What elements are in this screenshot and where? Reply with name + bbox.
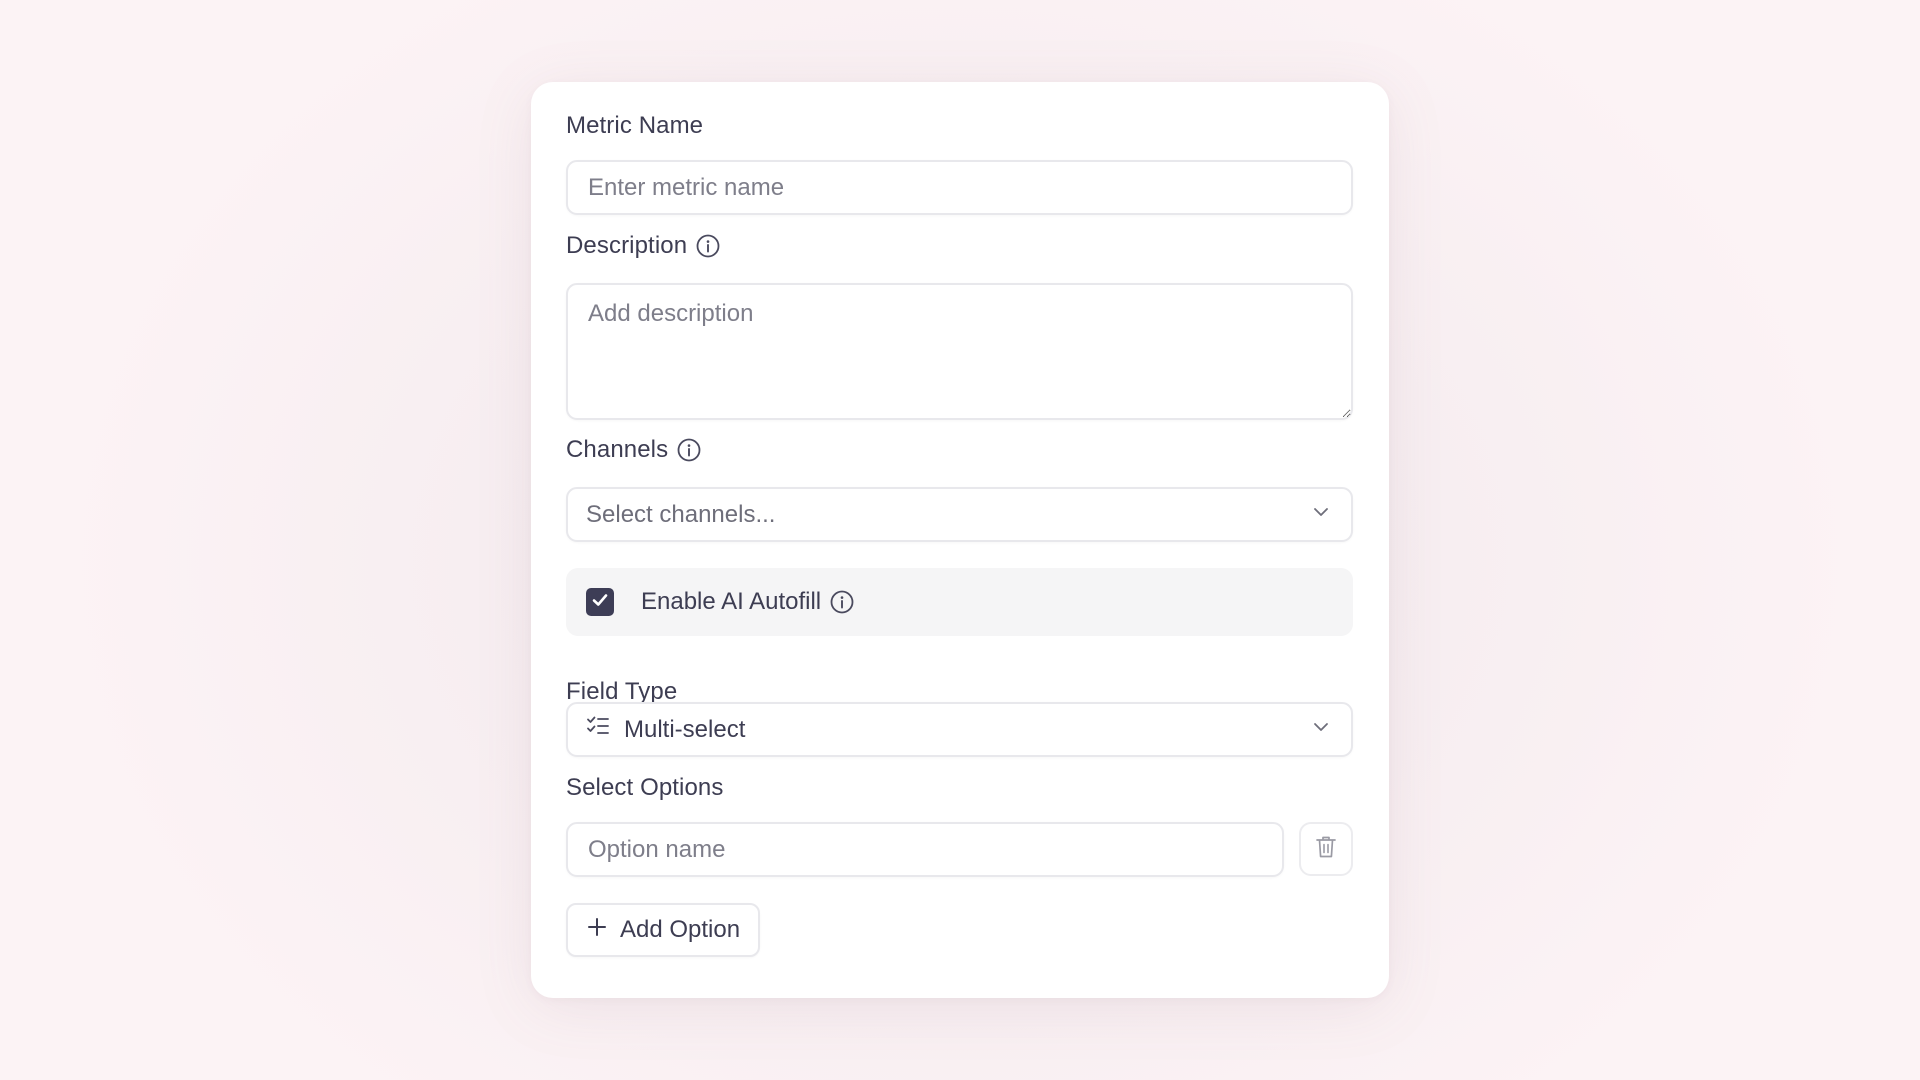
ai-autofill-label-text: Enable AI Autofill (641, 588, 822, 615)
trash-icon (1314, 834, 1338, 865)
field-type-selected-text: Multi-select (624, 715, 746, 743)
plus-icon (586, 916, 608, 945)
channels-select-placeholder: Select channels... (586, 500, 776, 528)
field-type-select[interactable]: Multi-select (566, 702, 1353, 757)
channels-info-icon[interactable] (676, 437, 702, 463)
description-label-text: Description (566, 232, 688, 259)
select-options-label: Select Options (566, 774, 723, 802)
chevron-down-icon (1311, 716, 1331, 744)
channels-label-text: Channels (566, 436, 669, 463)
option-name-input[interactable] (566, 822, 1284, 877)
description-textarea[interactable] (566, 283, 1353, 420)
ai-autofill-label: Enable AI Autofill (641, 588, 855, 616)
add-option-label: Add Option (620, 916, 741, 943)
description-info-icon[interactable] (695, 233, 721, 259)
delete-option-button[interactable] (1299, 822, 1353, 876)
metric-name-label: Metric Name (566, 112, 703, 140)
select-options-label-text: Select Options (566, 774, 724, 801)
channels-select[interactable]: Select channels... (566, 487, 1353, 542)
add-option-button[interactable]: Add Option (566, 903, 761, 957)
description-label: Description (566, 232, 721, 260)
multi-select-list-icon (586, 714, 610, 745)
metric-name-input[interactable] (566, 160, 1353, 215)
chevron-down-icon (1311, 501, 1331, 529)
ai-autofill-checkbox[interactable] (586, 588, 614, 616)
field-type-value: Multi-select (586, 714, 745, 745)
check-icon (590, 590, 610, 615)
ai-autofill-row: Enable AI Autofill (566, 568, 1353, 636)
ai-autofill-info-icon[interactable] (829, 589, 855, 615)
metric-form-card: Metric Name Description Channels Select … (531, 82, 1389, 998)
channels-label: Channels (566, 436, 702, 464)
metric-name-label-text: Metric Name (566, 112, 704, 139)
